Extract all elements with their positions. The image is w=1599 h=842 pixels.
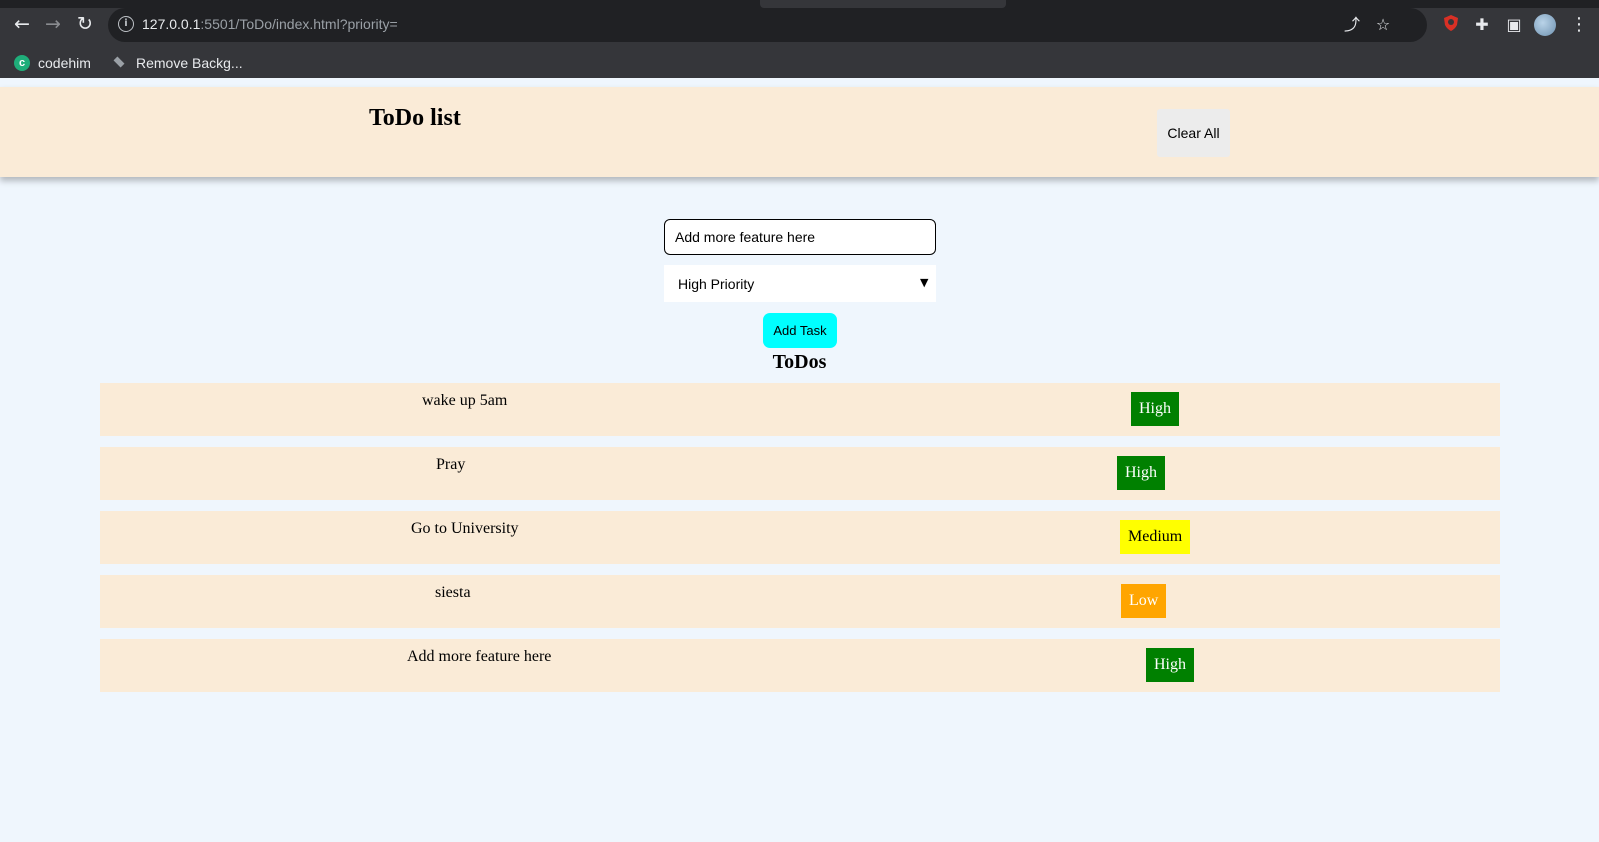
todo-item: wake up 5am High: [100, 383, 1500, 436]
task-input-value: Add more feature here: [675, 229, 816, 245]
bookmark-star-icon[interactable]: ☆: [1374, 16, 1392, 34]
bookmark-label: Remove Backg...: [136, 55, 243, 71]
task-input[interactable]: Add more feature here: [664, 219, 936, 255]
page-title: ToDo list: [369, 105, 461, 131]
priority-badge[interactable]: Medium: [1120, 520, 1191, 554]
back-icon[interactable]: ←: [11, 13, 33, 35]
address-bar[interactable]: i 127.0.0.1:5501/ToDo/index.html?priorit…: [108, 8, 1427, 42]
priority-select[interactable]: High Priority ▼: [664, 265, 936, 302]
url-host: 127.0.0.1: [142, 16, 201, 32]
todo-item: Go to University Medium: [100, 511, 1500, 564]
priority-badge[interactable]: Low: [1121, 584, 1167, 618]
active-tab[interactable]: [760, 0, 1006, 8]
app-header: ToDo list Clear All: [0, 87, 1599, 177]
bookmarks-bar: c codehim Remove Backg...: [0, 48, 1599, 78]
todo-text: Add more feature here: [407, 648, 552, 665]
priority-selected-value: High Priority: [678, 275, 755, 292]
profile-avatar[interactable]: [1534, 14, 1556, 36]
extensions-puzzle-icon[interactable]: ✚: [1471, 14, 1493, 36]
page-content: ToDo list Clear All Add more feature her…: [0, 78, 1599, 842]
todos-heading: ToDos: [772, 351, 827, 373]
clear-all-button[interactable]: Clear All: [1157, 109, 1230, 157]
tab-strip: [0, 0, 1599, 8]
url-path: :5501/ToDo/index.html?priority=: [200, 16, 398, 32]
bookmark-label: codehim: [38, 55, 91, 71]
todo-text: Pray: [436, 456, 466, 473]
url-text[interactable]: 127.0.0.1:5501/ToDo/index.html?priority=: [142, 16, 398, 32]
bookmark-codehim[interactable]: c codehim: [14, 51, 91, 75]
side-panel-icon[interactable]: ▣: [1503, 14, 1525, 36]
chevron-down-icon: ▼: [920, 276, 929, 289]
todo-text: Go to University: [411, 520, 519, 537]
bookmark-remove-background[interactable]: Remove Backg...: [112, 51, 243, 75]
extension-shield-icon[interactable]: [1440, 14, 1462, 36]
layers-icon: [112, 57, 128, 69]
todo-item: siesta Low: [100, 575, 1500, 628]
priority-badge[interactable]: High: [1146, 648, 1194, 682]
todo-item: Add more feature here High: [100, 639, 1500, 692]
site-info-icon[interactable]: i: [118, 16, 134, 32]
share-icon[interactable]: ⤴: [1343, 16, 1361, 34]
todo-text: wake up 5am: [422, 392, 508, 409]
add-task-button[interactable]: Add Task: [763, 313, 837, 348]
reload-icon[interactable]: ↻: [74, 13, 96, 35]
codehim-logo-icon: c: [14, 55, 30, 71]
browser-toolbar: ← → ↻ i 127.0.0.1:5501/ToDo/index.html?p…: [0, 0, 1599, 78]
priority-badge[interactable]: High: [1131, 392, 1179, 426]
browser-menu-icon[interactable]: ⋮: [1570, 14, 1588, 36]
priority-badge[interactable]: High: [1117, 456, 1165, 490]
todo-item: Pray High: [100, 447, 1500, 500]
todo-text: siesta: [435, 584, 471, 601]
forward-icon[interactable]: →: [42, 13, 64, 35]
